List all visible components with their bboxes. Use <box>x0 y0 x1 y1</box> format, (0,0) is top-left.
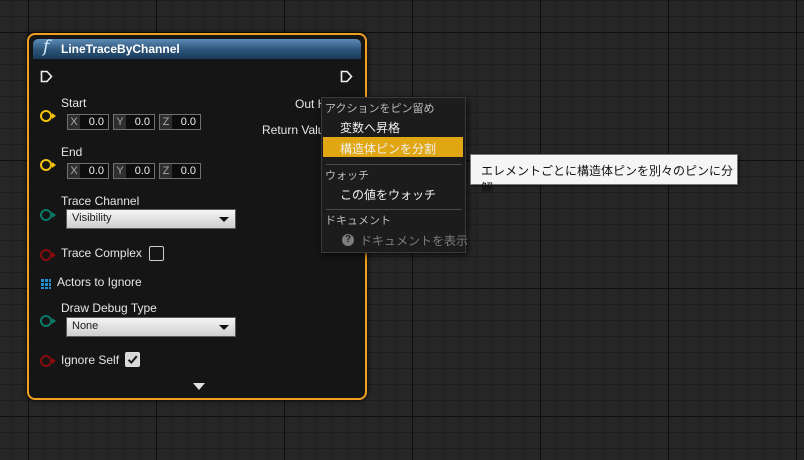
end-pin-icon[interactable] <box>40 159 56 171</box>
line-trace-by-channel-node[interactable]: f LineTraceByChannel Start X 0.0 Y 0.0 Z… <box>27 33 367 400</box>
help-icon: ? <box>342 234 354 246</box>
start-x-field[interactable]: X 0.0 <box>67 114 109 130</box>
draw-debug-type-pin-icon[interactable] <box>40 315 56 327</box>
split-struct-pin-tooltip: エレメントごとに構造体ピンを別々のピンに分解 <box>470 154 738 195</box>
node-title: LineTraceByChannel <box>61 42 180 56</box>
end-z-field[interactable]: Z 0.0 <box>159 163 201 179</box>
checkmark-icon <box>127 355 138 364</box>
node-header[interactable]: f LineTraceByChannel <box>33 37 361 59</box>
section-pin-actions: アクションをピン留め <box>325 103 435 115</box>
trace-complex-checkbox[interactable] <box>149 246 164 261</box>
function-icon: f <box>43 37 50 57</box>
draw-debug-type-dropdown[interactable]: None <box>66 317 236 337</box>
exec-in-pin-icon[interactable] <box>40 70 53 83</box>
trace-channel-dropdown[interactable]: Visibility <box>66 209 236 229</box>
menu-divider <box>326 164 462 165</box>
actors-to-ignore-label: Actors to Ignore <box>57 275 142 289</box>
trace-complex-label: Trace Complex <box>61 246 142 260</box>
draw-debug-type-label: Draw Debug Type <box>61 301 157 315</box>
ignore-self-pin-icon[interactable] <box>40 355 56 367</box>
menu-item-split-struct-pin[interactable]: 構造体ピンを分割 <box>340 140 436 157</box>
exec-out-pin-icon[interactable] <box>340 70 353 83</box>
menu-divider <box>326 209 462 210</box>
menu-item-show-documentation[interactable]: ドキュメントを表示 <box>360 232 468 249</box>
end-y-field[interactable]: Y 0.0 <box>113 163 155 179</box>
trace-channel-label: Trace Channel <box>61 194 140 208</box>
section-documentation: ドキュメント <box>325 215 391 227</box>
return-value-label: Return Valu <box>262 123 325 137</box>
menu-item-promote-to-variable[interactable]: 変数へ昇格 <box>340 119 400 136</box>
end-x-field[interactable]: X 0.0 <box>67 163 109 179</box>
trace-channel-pin-icon[interactable] <box>40 209 56 221</box>
ignore-self-checkbox[interactable] <box>125 352 140 367</box>
start-z-field[interactable]: Z 0.0 <box>159 114 201 130</box>
section-watch: ウォッチ <box>325 170 369 182</box>
trace-complex-pin-icon[interactable] <box>40 249 56 261</box>
menu-item-watch-value[interactable]: この値をウォッチ <box>340 186 436 203</box>
ignore-self-label: Ignore Self <box>61 353 120 367</box>
start-label: Start <box>61 96 87 110</box>
start-pin-icon[interactable] <box>40 110 56 122</box>
chevron-down-icon <box>219 325 229 330</box>
start-y-field[interactable]: Y 0.0 <box>113 114 155 130</box>
end-label: End <box>61 145 83 159</box>
advanced-display-toggle-icon[interactable] <box>193 383 205 390</box>
actors-to-ignore-array-pin-icon[interactable] <box>41 279 51 289</box>
tooltip-text: エレメントごとに構造体ピンを別々のピンに分解 <box>481 164 734 195</box>
chevron-down-icon <box>219 217 229 222</box>
pin-context-menu: アクションをピン留め 変数へ昇格 構造体ピンを分割 ウォッチ この値をウォッチ … <box>321 97 468 253</box>
